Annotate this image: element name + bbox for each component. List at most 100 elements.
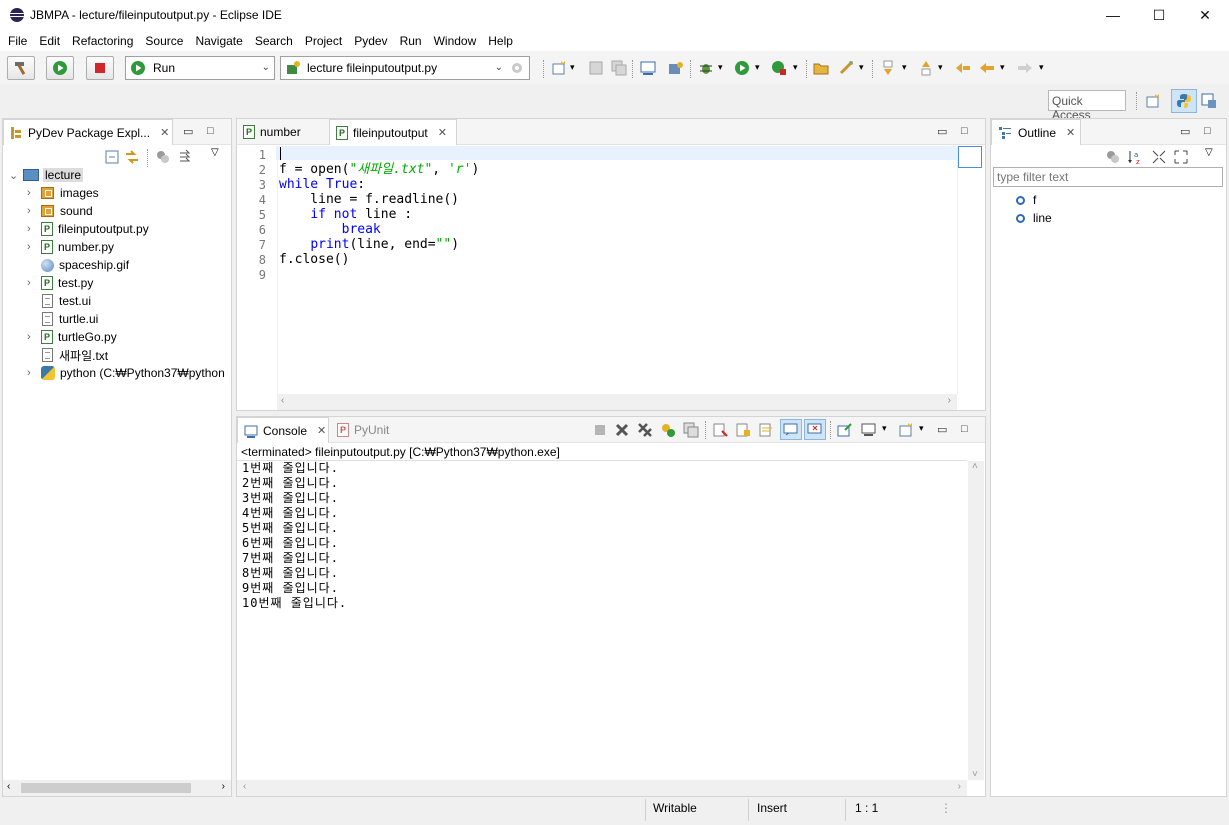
- chevron-down-icon[interactable]: ▾: [882, 423, 898, 439]
- chevron-down-icon[interactable]: ▾: [570, 62, 586, 78]
- pydev-perspective-button[interactable]: [1171, 89, 1197, 113]
- chevron-down-icon[interactable]: ▾: [755, 62, 771, 78]
- tree-item[interactable]: test.ui: [25, 292, 91, 310]
- new-icon[interactable]: [551, 60, 567, 76]
- filter-icon[interactable]: [1105, 149, 1121, 165]
- run-button[interactable]: [46, 56, 74, 80]
- minimize-view-icon[interactable]: ▭: [1180, 125, 1190, 138]
- view-menu-icon[interactable]: ▽: [211, 147, 227, 163]
- scroll-down-icon[interactable]: ˅: [972, 769, 978, 780]
- remove-launch-icon[interactable]: [614, 422, 630, 438]
- display-console-icon[interactable]: [861, 422, 877, 438]
- view-menu-icon[interactable]: ▽: [1205, 147, 1221, 163]
- outline-item[interactable]: f: [1016, 193, 1036, 207]
- chevron-down-icon[interactable]: ▾: [902, 62, 918, 78]
- chevron-right-icon[interactable]: ›: [27, 277, 31, 289]
- chevron-down-icon[interactable]: ▾: [1000, 62, 1016, 78]
- close-icon[interactable]: ✕: [317, 424, 326, 437]
- horizontal-scrollbar[interactable]: ‹ ›: [277, 394, 957, 410]
- brush-icon[interactable]: [838, 60, 854, 76]
- outline-item[interactable]: line: [1016, 211, 1052, 225]
- chevron-right-icon[interactable]: ›: [27, 205, 31, 217]
- menu-file[interactable]: File: [2, 34, 33, 48]
- open-console-icon[interactable]: [898, 422, 914, 438]
- scroll-lock-icon[interactable]: [736, 422, 752, 438]
- console-output[interactable]: 1번째 줄입니다. 2번째 줄입니다. 3번째 줄입니다. 4번째 줄입니다. …: [237, 461, 967, 780]
- word-wrap-icon[interactable]: [759, 422, 775, 438]
- menu-search[interactable]: Search: [249, 34, 299, 48]
- tree-item[interactable]: 새파일.txt: [25, 346, 108, 364]
- horizontal-scrollbar[interactable]: ‹ ›: [237, 780, 967, 796]
- back-icon[interactable]: [979, 60, 995, 76]
- sync-icon[interactable]: [178, 149, 194, 165]
- maximize-view-icon[interactable]: □: [961, 423, 968, 435]
- menu-navigate[interactable]: Navigate: [189, 34, 248, 48]
- save-all-icon[interactable]: [611, 60, 627, 76]
- play-icon[interactable]: [734, 60, 750, 76]
- chevron-right-icon[interactable]: ›: [27, 187, 31, 199]
- clear-console-icon[interactable]: [713, 422, 729, 438]
- build-button[interactable]: [7, 56, 35, 80]
- scroll-up-icon[interactable]: ˄: [972, 461, 978, 472]
- console-view-icon[interactable]: [640, 60, 656, 76]
- forward-icon[interactable]: [1017, 60, 1033, 76]
- collapse-all-icon[interactable]: [104, 149, 120, 165]
- tree-item[interactable]: turtle.ui: [25, 310, 98, 328]
- scroll-left-icon[interactable]: ‹: [243, 781, 246, 792]
- menu-pydev[interactable]: Pydev: [348, 34, 393, 48]
- open-folder-icon[interactable]: [813, 60, 829, 76]
- tree-project-lecture[interactable]: ⌄ lecture: [7, 166, 84, 184]
- menu-refactoring[interactable]: Refactoring: [66, 34, 139, 48]
- tree-item[interactable]: › python (C:₩Python37₩python: [25, 364, 225, 382]
- close-icon[interactable]: ✕: [438, 126, 447, 139]
- tree-item[interactable]: › Pfileinputoutput.py: [25, 220, 149, 238]
- maximize-view-icon[interactable]: □: [961, 125, 968, 137]
- run-config-select[interactable]: Run ⌄: [125, 56, 275, 80]
- maximize-view-icon[interactable]: □: [207, 125, 214, 137]
- quick-access-input[interactable]: Quick Access: [1048, 90, 1126, 122]
- scroll-thumb[interactable]: [21, 783, 191, 793]
- chevron-right-icon[interactable]: ›: [27, 367, 31, 379]
- horizontal-scrollbar[interactable]: ‹ ›: [3, 780, 231, 796]
- show-console-on-error-button[interactable]: [804, 419, 826, 440]
- link-with-editor-icon[interactable]: [124, 149, 140, 165]
- next-annotation-icon[interactable]: [880, 60, 896, 76]
- chevron-down-icon[interactable]: ▾: [919, 423, 935, 439]
- tab-console[interactable]: Console ✕: [237, 417, 329, 443]
- tab-number[interactable]: P number: [237, 119, 329, 145]
- close-icon[interactable]: ✕: [160, 126, 169, 139]
- maximize-view-icon[interactable]: □: [1204, 125, 1211, 137]
- stop-button[interactable]: [86, 56, 114, 80]
- external-tools-icon[interactable]: [771, 60, 787, 76]
- close-button[interactable]: ✕: [1182, 0, 1228, 30]
- tab-fileinputoutput[interactable]: P fileinputoutput ✕: [329, 119, 457, 145]
- filter-icon[interactable]: [155, 149, 171, 165]
- chevron-down-icon[interactable]: ⌄: [9, 169, 18, 182]
- sort-icon[interactable]: az: [1127, 149, 1143, 165]
- vertical-scrollbar[interactable]: ˄ ˅: [968, 461, 984, 780]
- tree-item[interactable]: › PturtleGo.py: [25, 328, 117, 346]
- tab-pyunit[interactable]: P PyUnit: [331, 417, 401, 443]
- tree-item[interactable]: › Ptest.py: [25, 274, 93, 292]
- minimize-view-icon[interactable]: ▭: [937, 125, 947, 138]
- code-editor[interactable]: f = open("새파일.txt", 'r') while True: line…: [237, 146, 957, 394]
- previous-annotation-icon[interactable]: [918, 60, 934, 76]
- terminate-icon[interactable]: [592, 422, 608, 438]
- debug-perspective-icon[interactable]: [1201, 93, 1217, 109]
- chevron-right-icon[interactable]: ›: [27, 223, 31, 235]
- console-pin-icon[interactable]: [683, 422, 699, 438]
- scroll-right-icon[interactable]: ›: [958, 781, 961, 792]
- save-icon[interactable]: [588, 60, 604, 76]
- tree-item[interactable]: › Pnumber.py: [25, 238, 114, 256]
- tab-outline[interactable]: Outline ✕: [991, 119, 1081, 145]
- menu-project[interactable]: Project: [299, 34, 348, 48]
- relaunch-icon[interactable]: [660, 422, 676, 438]
- tab-package-explorer[interactable]: PyDev Package Expl... ✕: [3, 119, 173, 145]
- show-console-on-output-button[interactable]: [780, 419, 802, 440]
- chevron-down-icon[interactable]: ▾: [1039, 62, 1055, 78]
- last-edit-icon[interactable]: [955, 60, 971, 76]
- collapse-all-icon[interactable]: [1151, 149, 1167, 165]
- chevron-down-icon[interactable]: ▾: [938, 62, 954, 78]
- menu-source[interactable]: Source: [139, 34, 189, 48]
- pydev-icon[interactable]: [668, 60, 684, 76]
